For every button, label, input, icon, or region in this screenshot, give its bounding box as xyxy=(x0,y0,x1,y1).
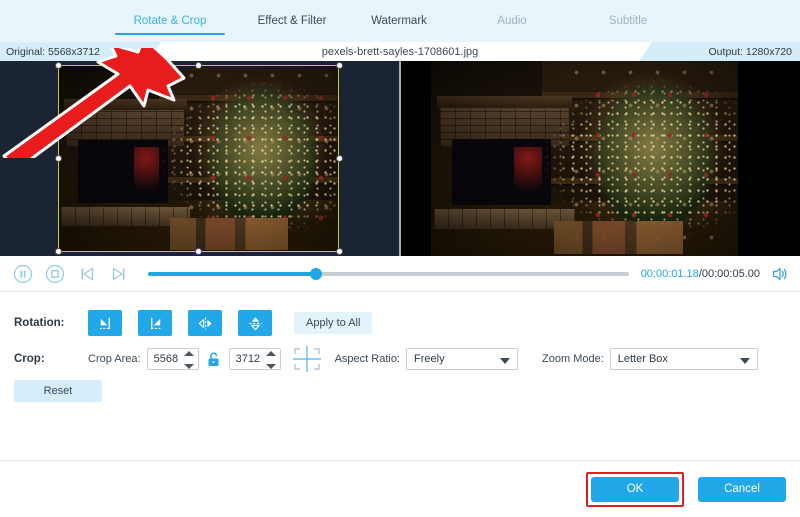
crop-handle-top-left[interactable] xyxy=(55,62,62,69)
rotate-left-icon xyxy=(97,315,114,332)
crop-label: Crop: xyxy=(0,353,88,365)
crop-handle-middle-right[interactable] xyxy=(336,155,343,162)
tab-label: Watermark xyxy=(371,15,427,27)
pause-circle-icon xyxy=(13,264,33,284)
stepper-down-arrow-icon[interactable] xyxy=(266,364,276,369)
aspect-lock-button[interactable] xyxy=(204,348,224,370)
preview-area xyxy=(0,61,800,256)
crop-area-label: Crop Area: xyxy=(88,353,141,365)
previous-frame-icon xyxy=(78,265,96,283)
tab-label: Audio xyxy=(497,15,526,27)
crop-height-input[interactable]: 3712 xyxy=(229,348,281,370)
flip-vertical-icon xyxy=(247,315,264,332)
controls-panel: Rotation: xyxy=(0,292,800,460)
zoom-mode-label: Zoom Mode: xyxy=(542,353,604,365)
source-preview-pane[interactable] xyxy=(0,61,399,256)
time-display: 00:00:01.18/00:00:05.00 xyxy=(641,268,760,280)
current-time: 00:00:01.18 xyxy=(641,268,699,280)
tab-label: Subtitle xyxy=(609,15,647,27)
crop-width-stepper[interactable] xyxy=(184,351,194,369)
cancel-button[interactable]: Cancel xyxy=(698,477,786,502)
tab-label: Effect & Filter xyxy=(258,15,327,27)
flip-horizontal-icon xyxy=(197,315,214,332)
tab-effect-and-filter[interactable]: Effect & Filter xyxy=(237,0,347,42)
original-resolution-badge: Original: 5568x3712 xyxy=(0,42,148,61)
output-image xyxy=(431,61,738,256)
tab-rotate-and-crop[interactable]: Rotate & Crop xyxy=(103,0,237,42)
lock-open-icon xyxy=(207,352,220,367)
pause-button[interactable] xyxy=(10,261,36,287)
dialog-footer: OK Cancel xyxy=(0,460,800,517)
rotation-row: Rotation: xyxy=(0,306,800,340)
seek-slider[interactable] xyxy=(148,266,629,282)
stepper-up-arrow-icon[interactable] xyxy=(266,351,276,356)
crop-position-button[interactable] xyxy=(289,344,325,374)
volume-icon xyxy=(771,265,789,283)
stepper-down-arrow-icon[interactable] xyxy=(184,364,194,369)
reset-row: Reset xyxy=(0,374,800,408)
playback-controls-bar: 00:00:01.18/00:00:05.00 xyxy=(0,256,800,292)
crop-handle-bottom-left[interactable] xyxy=(55,248,62,255)
output-preview-pane xyxy=(401,61,800,256)
zoom-mode-value: Letter Box xyxy=(618,353,668,365)
video-editor-dialog: Rotate & Crop Effect & Filter Watermark … xyxy=(0,0,800,517)
crop-handle-top-center[interactable] xyxy=(195,62,202,69)
total-time: 00:00:05.00 xyxy=(702,268,760,280)
tab-bar: Rotate & Crop Effect & Filter Watermark … xyxy=(0,0,800,42)
crop-height-value: 3712 xyxy=(236,353,260,365)
aspect-ratio-value: Freely xyxy=(414,353,445,365)
info-strip: pexels-brett-sayles-1708601.jpg Original… xyxy=(0,42,800,61)
volume-button[interactable] xyxy=(768,262,792,286)
stepper-up-arrow-icon[interactable] xyxy=(184,351,194,356)
crop-handle-bottom-center[interactable] xyxy=(195,248,202,255)
previous-frame-button[interactable] xyxy=(74,261,100,287)
rotate-right-icon xyxy=(147,315,164,332)
chevron-down-icon xyxy=(740,358,750,364)
rotate-right-button[interactable] xyxy=(138,310,172,336)
tab-watermark[interactable]: Watermark xyxy=(347,0,451,42)
aspect-ratio-select[interactable]: Freely xyxy=(406,348,518,370)
reset-button[interactable]: Reset xyxy=(14,380,102,402)
zoom-mode-select[interactable]: Letter Box xyxy=(610,348,758,370)
flip-horizontal-button[interactable] xyxy=(188,310,222,336)
apply-to-all-button[interactable]: Apply to All xyxy=(294,312,372,334)
crop-width-value: 5568 xyxy=(154,353,178,365)
crop-handle-middle-left[interactable] xyxy=(55,155,62,162)
output-resolution-badge: Output: 1280x720 xyxy=(652,42,800,61)
crop-width-input[interactable]: 5568 xyxy=(147,348,199,370)
seek-knob[interactable] xyxy=(310,268,322,280)
source-image xyxy=(58,65,339,252)
ok-button[interactable]: OK xyxy=(591,477,679,502)
crop-marker-icon xyxy=(291,345,323,373)
tab-subtitle[interactable]: Subtitle xyxy=(576,0,680,42)
aspect-ratio-label: Aspect Ratio: xyxy=(335,353,400,365)
stop-button[interactable] xyxy=(42,261,68,287)
next-frame-icon xyxy=(110,265,128,283)
crop-height-stepper[interactable] xyxy=(266,351,276,369)
rotation-label: Rotation: xyxy=(0,317,88,329)
next-frame-button[interactable] xyxy=(106,261,132,287)
stop-circle-icon xyxy=(45,264,65,284)
tab-audio[interactable]: Audio xyxy=(460,0,564,42)
crop-handle-top-right[interactable] xyxy=(336,62,343,69)
chevron-down-icon xyxy=(500,358,510,364)
ok-button-highlight: OK xyxy=(586,472,684,507)
seek-fill xyxy=(148,272,316,276)
crop-handle-bottom-right[interactable] xyxy=(336,248,343,255)
tab-label: Rotate & Crop xyxy=(134,15,207,27)
active-tab-underline xyxy=(115,33,225,35)
crop-row: Crop: Crop Area: 5568 3712 xyxy=(0,342,800,376)
rotate-left-button[interactable] xyxy=(88,310,122,336)
flip-vertical-button[interactable] xyxy=(238,310,272,336)
